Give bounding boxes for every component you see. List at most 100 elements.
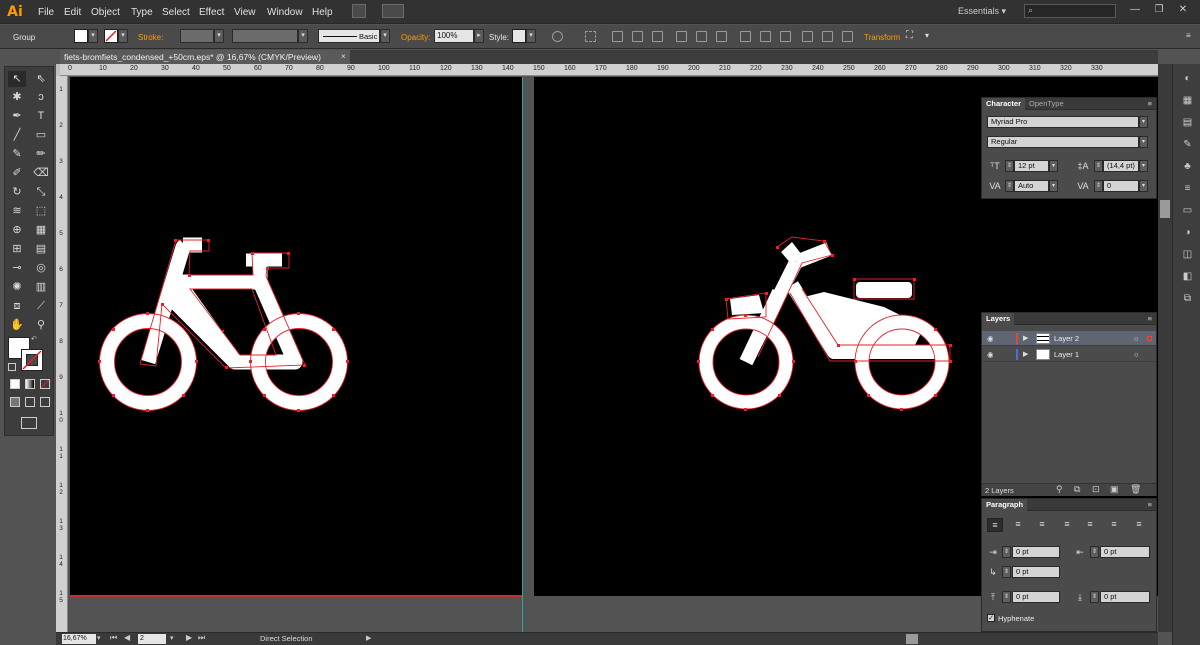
- font-size-field[interactable]: 12 pt: [1014, 160, 1049, 172]
- panel-menu-icon[interactable]: ≡: [1148, 98, 1152, 110]
- delete-layer-icon[interactable]: 🗑: [1130, 484, 1141, 495]
- fill-dropdown[interactable]: ▾: [88, 29, 98, 43]
- appearance-panel-icon[interactable]: ◫: [1181, 248, 1194, 261]
- warp-tool-icon[interactable]: ≋: [8, 203, 26, 219]
- left-indent-field[interactable]: 0 pt: [1012, 546, 1060, 558]
- opacity-field[interactable]: 100%: [434, 29, 474, 43]
- hyphenate-label[interactable]: Hyphenate: [998, 614, 1034, 623]
- magic-wand-tool-icon[interactable]: ✱: [8, 89, 26, 105]
- align-left-icon[interactable]: [612, 31, 623, 42]
- space-after-stepper[interactable]: ⇕: [1090, 591, 1099, 603]
- opacity-label[interactable]: Opacity:: [401, 33, 430, 42]
- align-middle-icon[interactable]: [696, 31, 707, 42]
- visibility-eye-icon[interactable]: ◉: [987, 331, 994, 346]
- previous-artboard-icon[interactable]: ◀: [124, 633, 130, 642]
- align-center-icon[interactable]: [632, 31, 643, 42]
- horizontal-scrollbar[interactable]: [378, 633, 1148, 644]
- minimize-button[interactable]: —: [1124, 3, 1146, 17]
- distribute-middle-icon[interactable]: [760, 31, 771, 42]
- gradient-panel-icon[interactable]: ▭: [1181, 204, 1194, 217]
- pencil-tool-icon[interactable]: ✏: [32, 146, 50, 162]
- zoom-dropdown[interactable]: ▾: [97, 634, 101, 642]
- justify-all-icon[interactable]: ≡: [1131, 518, 1147, 532]
- align-to-selection-icon[interactable]: [585, 31, 596, 42]
- horizontal-scroll-thumb[interactable]: [906, 634, 918, 644]
- variable-width-profile[interactable]: [232, 29, 298, 43]
- zoom-field[interactable]: 16,67%: [62, 634, 96, 644]
- status-menu-icon[interactable]: ▶: [366, 634, 371, 642]
- kerning-field[interactable]: Auto: [1014, 180, 1049, 192]
- layer-name[interactable]: Layer 2: [1054, 331, 1079, 346]
- distribute-bottom-icon[interactable]: [780, 31, 791, 42]
- swatches-panel-icon[interactable]: ▤: [1181, 116, 1194, 129]
- layers-menu-icon[interactable]: ≡: [1148, 313, 1152, 325]
- right-indent-stepper[interactable]: ⇕: [1090, 546, 1099, 558]
- space-before-field[interactable]: 0 pt: [1012, 591, 1060, 603]
- graphic-style-swatch[interactable]: [512, 29, 526, 43]
- distribute-top-icon[interactable]: [740, 31, 751, 42]
- tab-layers[interactable]: Layers: [982, 313, 1015, 325]
- last-artboard-icon[interactable]: ⏭: [198, 633, 205, 643]
- space-after-field[interactable]: 0 pt: [1100, 591, 1150, 603]
- artboard-1[interactable]: [70, 77, 522, 596]
- artboard-2[interactable]: [534, 77, 980, 596]
- color-guide-icon[interactable]: ▦: [1181, 94, 1194, 107]
- stroke-color-box[interactable]: [21, 349, 43, 371]
- tracking-stepper[interactable]: ⇕: [1094, 180, 1103, 192]
- symbols-panel-icon[interactable]: ♣: [1181, 160, 1194, 173]
- justify-last-right-icon[interactable]: ≡: [1106, 518, 1122, 532]
- artboard-tool-icon[interactable]: ⧈: [8, 298, 26, 314]
- hand-tool-icon[interactable]: ✋: [8, 317, 26, 333]
- justify-last-center-icon[interactable]: ≡: [1082, 518, 1098, 532]
- menu-object[interactable]: Object: [91, 6, 120, 19]
- menu-file[interactable]: File: [38, 6, 54, 19]
- symbol-sprayer-tool-icon[interactable]: ✺: [8, 279, 26, 295]
- vertical-ruler[interactable]: 1 2 3 4 5 6 7 8 9 1 0 1 1 1 2 1 3 1 4 1 5: [56, 76, 68, 632]
- close-button[interactable]: ✕: [1172, 3, 1194, 17]
- artboard-number-field[interactable]: 2: [138, 634, 166, 644]
- justify-last-left-icon[interactable]: ≡: [1059, 518, 1075, 532]
- tab-character[interactable]: Character: [982, 98, 1026, 110]
- opacity-dropdown[interactable]: ▸: [474, 29, 484, 43]
- visibility-eye-icon[interactable]: ◉: [987, 347, 994, 362]
- locate-object-icon[interactable]: ⚲: [1056, 484, 1063, 495]
- variable-width-dropdown[interactable]: ▾: [298, 29, 308, 43]
- menu-edit[interactable]: Edit: [64, 6, 81, 19]
- brushes-panel-icon[interactable]: ✎: [1181, 138, 1194, 151]
- rotate-tool-icon[interactable]: ↻: [8, 184, 26, 200]
- layer-row[interactable]: ◉ ▶ Layer 2 ○: [982, 331, 1156, 346]
- recolor-artwork-icon[interactable]: [552, 31, 563, 42]
- first-artboard-icon[interactable]: ⏮: [110, 633, 117, 643]
- font-size-stepper[interactable]: ⇕: [1005, 160, 1014, 172]
- draw-normal-icon[interactable]: [10, 397, 20, 407]
- blob-brush-tool-icon[interactable]: ✐: [8, 165, 26, 181]
- document-tab[interactable]: fiets-bromfiets_condensed_+50cm.eps* @ 1…: [60, 50, 350, 64]
- stroke-swatch[interactable]: [104, 29, 118, 43]
- first-line-indent-stepper[interactable]: ⇕: [1002, 566, 1011, 578]
- tab-opentype[interactable]: OpenType: [1025, 98, 1068, 110]
- free-transform-tool-icon[interactable]: ⬚: [32, 203, 50, 219]
- bridge-icon[interactable]: [352, 4, 366, 18]
- leading-field[interactable]: (14,4 pt): [1103, 160, 1139, 172]
- graphic-style-dropdown[interactable]: ▾: [526, 29, 536, 43]
- color-mode-icon[interactable]: [10, 379, 20, 389]
- expand-arrow-icon[interactable]: ▶: [1023, 347, 1028, 362]
- kerning-stepper[interactable]: ⇕: [1005, 180, 1014, 192]
- shape-builder-tool-icon[interactable]: ⊕: [8, 222, 26, 238]
- stroke-label[interactable]: Stroke:: [138, 33, 163, 42]
- direct-selection-tool-icon[interactable]: ⇖: [32, 71, 50, 87]
- artboard-guide[interactable]: [522, 77, 523, 632]
- new-layer-icon[interactable]: ▣: [1110, 484, 1119, 495]
- target-circle-icon[interactable]: ○: [1134, 347, 1139, 362]
- isolate-group-icon[interactable]: ⛶: [906, 30, 913, 41]
- menu-effect[interactable]: Effect: [199, 6, 224, 19]
- right-indent-field[interactable]: 0 pt: [1100, 546, 1150, 558]
- graphic-styles-panel-icon[interactable]: ◧: [1181, 270, 1194, 283]
- draw-inside-icon[interactable]: [40, 397, 50, 407]
- rectangle-tool-icon[interactable]: ▭: [32, 127, 50, 143]
- font-family-field[interactable]: Myriad Pro: [987, 116, 1139, 128]
- target-circle-icon[interactable]: ○: [1134, 331, 1139, 346]
- close-document-icon[interactable]: ×: [341, 50, 346, 64]
- font-size-dropdown[interactable]: ▾: [1049, 160, 1058, 172]
- blend-tool-icon[interactable]: ◎: [32, 260, 50, 276]
